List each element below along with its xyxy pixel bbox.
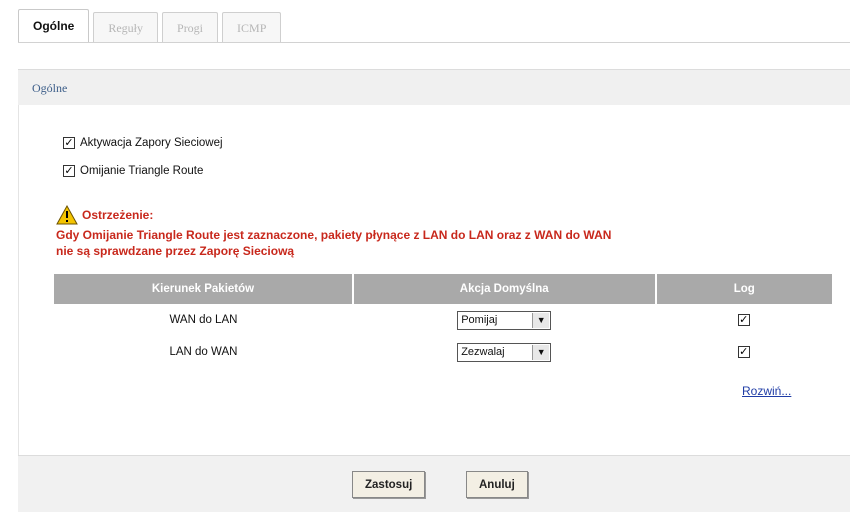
tab-icmp[interactable]: ICMP	[222, 12, 282, 42]
header-direction: Kierunek Pakietów	[54, 274, 354, 304]
warning-block: Ostrzeżenie: Gdy Omijanie Triangle Route…	[56, 203, 826, 259]
section-title: Ogólne	[18, 69, 850, 105]
row-direction: LAN do WAN	[169, 346, 238, 358]
tab-general[interactable]: Ogólne	[18, 9, 90, 42]
tab-divider	[18, 42, 850, 43]
cancel-button[interactable]: Anuluj	[466, 471, 528, 498]
action-select[interactable]: Zezwalaj ▼	[457, 342, 552, 362]
packet-direction-table: Kierunek Pakietów Akcja Domyślna Log WAN…	[54, 274, 832, 368]
action-select[interactable]: Pomijaj ▼	[457, 310, 552, 330]
warning-icon	[56, 205, 78, 225]
apply-button[interactable]: Zastosuj	[352, 471, 426, 498]
log-checkbox[interactable]: ✓	[737, 346, 750, 358]
log-checkbox[interactable]: ✓	[737, 314, 750, 326]
firewall-enable-checkbox[interactable]: ✓	[63, 137, 75, 149]
triangle-route-row: ✓ Omijanie Triangle Route	[63, 165, 203, 177]
firewall-enable-label: Aktywacja Zapory Sieciowej	[80, 137, 223, 149]
row-direction: WAN do LAN	[169, 314, 238, 326]
triangle-route-checkbox[interactable]: ✓	[63, 165, 75, 177]
dropdown-arrow-icon[interactable]: ▼	[532, 312, 550, 328]
table-row: WAN do LAN Pomijaj ▼ ✓	[54, 304, 832, 336]
triangle-route-label: Omijanie Triangle Route	[80, 165, 204, 177]
expand-link[interactable]: Rozwiń...	[742, 384, 791, 398]
header-log: Log	[655, 274, 832, 304]
action-select-value: Zezwalaj	[461, 346, 505, 358]
footer-bar	[18, 455, 850, 512]
firewall-enable-row: ✓ Aktywacja Zapory Sieciowej	[63, 137, 223, 149]
table-header-row: Kierunek Pakietów Akcja Domyślna Log	[54, 274, 832, 304]
warning-line-1: Gdy Omijanie Triangle Route jest zaznacz…	[56, 228, 612, 242]
tab-bar: Ogólne Reguły Progi ICMP	[18, 8, 285, 42]
action-select-value: Pomijaj	[461, 314, 498, 326]
warning-title: Ostrzeżenie:	[82, 208, 154, 222]
tab-thresholds[interactable]: Progi	[162, 12, 219, 42]
dropdown-arrow-icon[interactable]: ▼	[532, 344, 550, 360]
warning-line-2: nie są sprawdzane przez Zaporę Sieciową	[56, 244, 295, 258]
header-default-action: Akcja Domyślna	[352, 274, 657, 304]
table-row: LAN do WAN Zezwalaj ▼ ✓	[54, 336, 832, 368]
tab-rules[interactable]: Reguły	[93, 12, 159, 42]
